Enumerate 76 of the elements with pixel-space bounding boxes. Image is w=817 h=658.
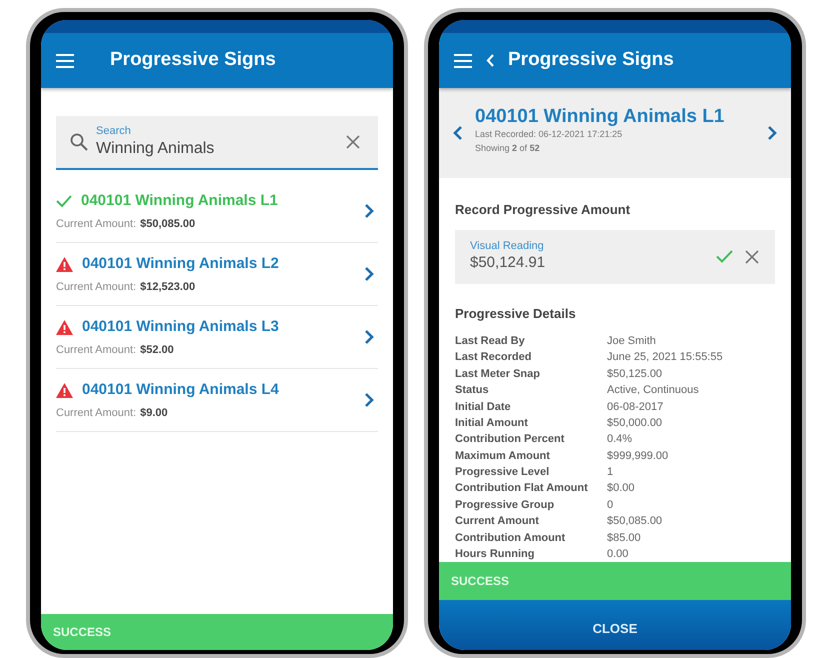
detail-value: $999,999.00 — [607, 448, 668, 464]
detail-value: $50,000.00 — [607, 416, 662, 431]
detail-value: 06-08-2017 — [607, 400, 664, 415]
chevron-right-icon[interactable] — [364, 329, 374, 345]
detail-value: Active, Continuous — [607, 383, 699, 398]
detail-value: $85.00 — [607, 530, 641, 546]
detail-label: Maximum Amount — [455, 448, 551, 464]
warning-icon — [56, 256, 73, 272]
clear-icon[interactable] — [745, 250, 759, 264]
success-banner: SUCCESS — [439, 562, 791, 600]
warning-icon — [56, 320, 73, 335]
chevron-right-icon[interactable] — [364, 266, 374, 282]
detail-value: Joe Smith — [607, 334, 656, 349]
amount-value: $50,085.00 — [140, 216, 196, 232]
menu-icon[interactable] — [56, 54, 74, 68]
screen-title: Progressive Signs — [508, 48, 674, 72]
visual-reading-field[interactable]: Visual Reading $50,124.91 — [455, 230, 775, 284]
sign-list-item[interactable]: 040101 Winning Animals L2 Current Amount: $12,523.00 — [56, 243, 378, 306]
search-value: Winning Animals — [96, 138, 216, 159]
warning-icon — [56, 382, 73, 398]
sign-title: 040101 Winning Animals L4 — [82, 380, 279, 400]
field-value: $50,124.91 — [470, 254, 546, 273]
screen-title: Progressive Signs — [110, 48, 276, 72]
detail-value: $50,085.00 — [607, 514, 662, 530]
detail-value: June 25, 2021 15:55:55 — [607, 350, 723, 366]
search-field[interactable]: Search Winning Animals — [56, 116, 378, 170]
detail-label: Last Read By — [455, 334, 526, 349]
section-heading: Record Progressive Amount — [455, 201, 632, 219]
checkmark-icon — [56, 195, 72, 208]
sign-list-item[interactable]: 040101 Winning Animals L4 Current Amount: $9.00 — [56, 369, 378, 432]
detail-label: Current Amount — [455, 514, 540, 530]
detail-label: Status — [455, 383, 490, 398]
sign-title: 040101 Winning Animals L2 — [82, 254, 279, 274]
previous-icon[interactable] — [453, 125, 463, 141]
close-button[interactable]: CLOSE — [439, 600, 791, 650]
section-heading: Progressive Details — [455, 304, 577, 323]
detail-value: 0.00 — [607, 547, 628, 562]
last-recorded: Last Recorded: 06-12-2021 17:21:25 — [475, 129, 624, 140]
detail-label: Contribution Amount — [455, 530, 566, 546]
detail-value: 0 — [607, 498, 614, 513]
amount-label: Current Amount: — [56, 342, 136, 358]
chevron-right-icon[interactable] — [364, 203, 374, 219]
detail-value: $0.00 — [607, 481, 635, 496]
clear-icon[interactable] — [346, 135, 360, 149]
field-label: Visual Reading — [470, 240, 545, 254]
amount-value: $9.00 — [140, 406, 168, 420]
sign-title: 040101 Winning Animals L3 — [82, 317, 279, 337]
next-icon[interactable] — [767, 125, 777, 141]
detail-label: Contribution Percent — [455, 432, 566, 448]
amount-label: Current Amount: — [56, 280, 136, 294]
detail-label: Hours Running — [455, 547, 536, 562]
sign-list-item[interactable]: 040101 Winning Animals L1 Current Amount: $50,085.00 — [56, 180, 378, 243]
detail-value: 1 — [607, 465, 614, 480]
menu-icon[interactable] — [454, 54, 472, 68]
sign-list-item[interactable]: 040101 Winning Animals L3 Current Amount: $52.00 — [56, 306, 378, 369]
search-icon — [70, 133, 88, 151]
amount-value: $12,523.00 — [140, 280, 196, 294]
showing-count: Showing 2 of 52 — [475, 143, 541, 155]
chevron-right-icon[interactable] — [364, 392, 374, 408]
back-icon[interactable] — [486, 54, 494, 67]
amount-value: $52.00 — [140, 342, 174, 358]
detail-label: Last Recorded — [455, 350, 532, 366]
amount-label: Current Amount: — [56, 216, 136, 232]
detail-label: Progressive Group — [455, 498, 556, 513]
detail-label: Initial Amount — [455, 416, 529, 431]
detail-label: Contribution Flat Amount — [455, 481, 589, 496]
detail-value: 0.4% — [607, 432, 632, 448]
detail-label: Progressive Level — [455, 465, 550, 480]
detail-label: Last Meter Snap — [455, 366, 541, 382]
detail-label: Initial Date — [455, 400, 512, 415]
search-label: Search — [96, 125, 132, 139]
amount-label: Current Amount: — [56, 406, 136, 420]
detail-value: $50,125.00 — [607, 366, 662, 382]
success-banner: SUCCESS — [41, 614, 393, 650]
sign-title: 040101 Winning Animals L1 — [81, 191, 278, 211]
sign-title: 040101 Winning Animals L1 — [475, 105, 726, 130]
